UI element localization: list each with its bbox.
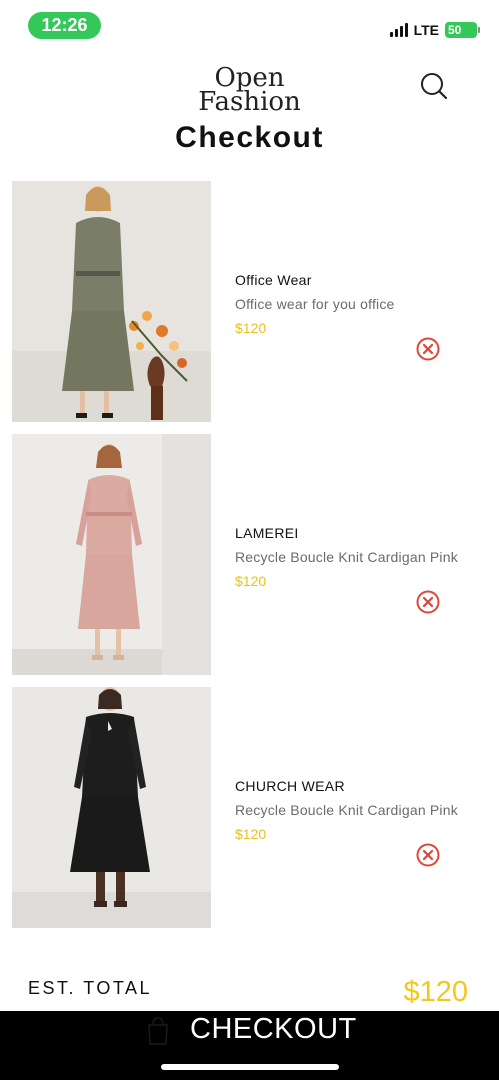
status-indicators: LTE 50	[389, 20, 480, 40]
close-circle-icon	[416, 843, 440, 867]
shopping-bag-icon	[148, 1017, 168, 1045]
cart-item: Office Wear Office wear for you office $…	[12, 181, 499, 422]
network-type: LTE	[413, 22, 439, 38]
battery-icon: 50	[445, 22, 480, 38]
est-total-value: $120	[403, 976, 468, 1008]
item-price: $120	[235, 320, 267, 336]
product-image[interactable]	[12, 687, 211, 928]
pink-dress-photo	[12, 434, 211, 675]
olive-green-dress-photo	[12, 181, 211, 422]
remove-item-button[interactable]	[415, 589, 441, 615]
search-button[interactable]	[416, 68, 452, 104]
item-name: Office Wear	[235, 272, 312, 288]
item-description: Office wear for you office	[235, 296, 395, 312]
close-circle-icon	[416, 590, 440, 614]
cart-item: CHURCH WEAR Recycle Boucle Knit Cardigan…	[12, 687, 499, 928]
close-circle-icon	[416, 337, 440, 361]
est-total-label: EST. TOTAL	[28, 978, 153, 998]
remove-item-button[interactable]	[415, 336, 441, 362]
item-name: CHURCH WEAR	[235, 778, 345, 794]
search-icon	[421, 73, 448, 100]
checkout-button[interactable]: CHECKOUT	[0, 1011, 499, 1080]
item-price: $120	[235, 573, 267, 589]
item-name: LAMEREI	[235, 525, 299, 541]
black-dress-photo	[12, 687, 211, 928]
item-price: $120	[235, 826, 267, 842]
checkout-label: CHECKOUT	[190, 1013, 357, 1045]
item-description: Recycle Boucle Knit Cardigan Pink	[235, 802, 458, 818]
product-image[interactable]	[12, 181, 211, 422]
cart-item: LAMEREI Recycle Boucle Knit Cardigan Pin…	[12, 434, 499, 675]
remove-item-button[interactable]	[415, 842, 441, 868]
item-description: Recycle Boucle Knit Cardigan Pink	[235, 549, 458, 565]
product-image[interactable]	[12, 434, 211, 675]
home-indicator[interactable]	[161, 1064, 339, 1070]
battery-level: 50	[448, 23, 462, 37]
status-time: 12:26	[28, 12, 101, 39]
signal-icon	[389, 23, 408, 37]
page-title: Checkout	[175, 121, 324, 154]
